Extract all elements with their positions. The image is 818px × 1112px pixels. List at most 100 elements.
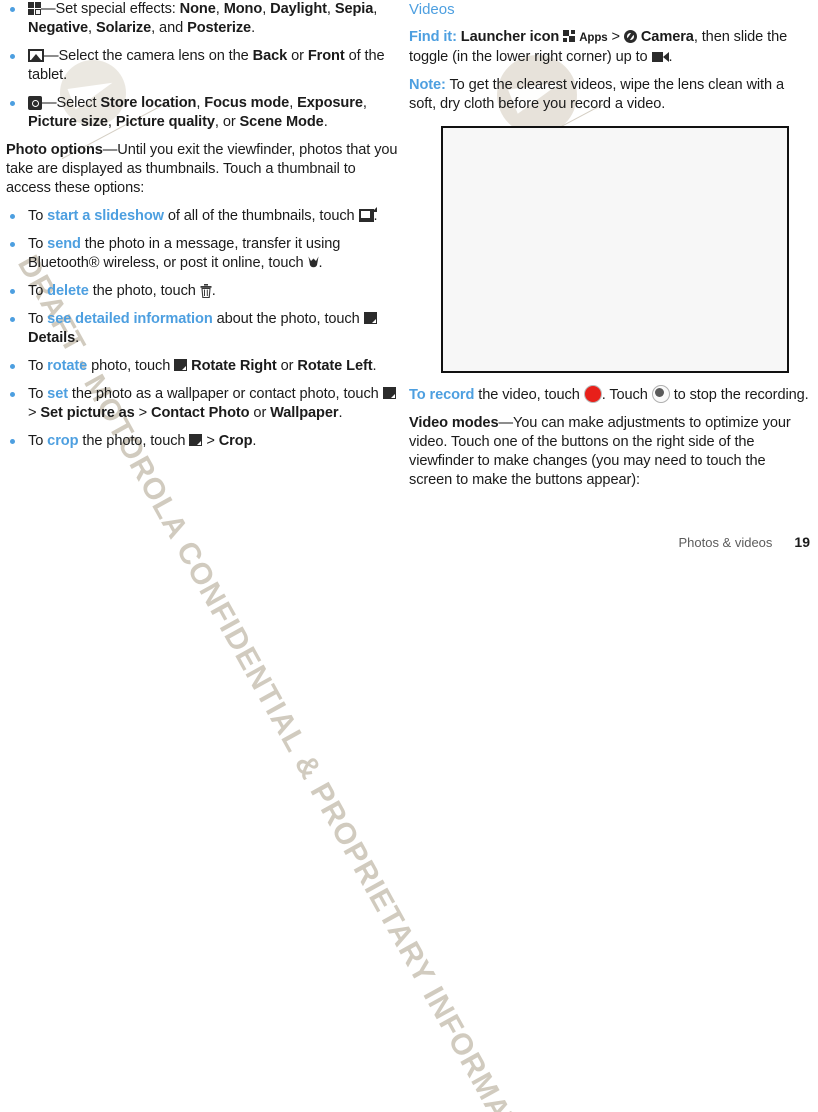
highlight-text: Note: [409,77,446,93]
bold-text: Video modes [409,415,499,431]
body-text: > [607,29,624,45]
camera-lens-bullet: —Select the camera lens on the Back or F… [6,47,398,85]
camera-settings-bullet: —Select Store location, Focus mode, Expo… [6,94,398,132]
footer-chapter-label: Photos & videos [678,535,773,550]
body-text: photo, touch [87,358,175,374]
settings-icon[interactable] [28,96,42,110]
body-text: the video, touch [474,387,584,403]
slideshow-text: To start a slideshow of all of the thumb… [28,207,378,224]
bold-text: Front [307,48,345,64]
highlight-text: delete [47,283,89,299]
camera-settings-bullet-list: —Set special effects: None, Mono, Daylig… [6,0,398,132]
bold-text: Back [252,48,288,64]
body-text: To [28,236,48,252]
camera-settings-text: —Select Store location, Focus mode, Expo… [28,95,367,130]
body-text: To [28,208,48,224]
trash-icon[interactable] [200,284,212,298]
bold-text: Exposure [297,95,363,111]
body-text: To get the clearest videos, wipe the len… [409,77,784,112]
to-record-paragraph: To record the video, touch . Touch to st… [409,385,809,405]
body-text: . [251,20,256,36]
apps-grid-icon[interactable] [563,30,576,42]
video-viewfinder-figure [441,126,789,373]
set-wallpaper-bullet: To set the photo as a wallpaper or conta… [6,385,398,423]
bold-text: Negative [28,20,89,36]
body-text: To [28,358,48,374]
body-text: , [373,1,378,17]
send-text: To send the photo in a message, transfer… [28,236,340,271]
special-effects-text: —Set special effects: None, Mono, Daylig… [28,1,377,36]
slideshow-bullet: To start a slideshow of all of the thumb… [6,207,398,226]
bold-text: Rotate Left [297,358,373,374]
body-text: the photo, touch [88,283,200,299]
body-text: > [134,405,152,421]
note-paragraph: Note: To get the clearest videos, wipe t… [409,76,809,114]
slideshow-icon[interactable] [358,207,377,222]
bold-text: Set picture as [40,405,135,421]
photo-options-paragraph: Photo options—Until you exit the viewfin… [6,141,398,198]
share-icon[interactable] [308,256,319,269]
bold-text: Sepia [334,1,374,17]
body-text: . [338,405,343,421]
photo-options-bullet-list: To start a slideshow of all of the thumb… [6,207,398,451]
bold-text: Wallpaper [270,405,339,421]
delete-bullet: To delete the photo, touch . [6,282,398,301]
body-text: , [362,95,367,111]
bold-text: Store location [100,95,197,111]
bold-text: Launcher icon [460,29,560,45]
bold-text: Mono [223,1,263,17]
camera-app-icon[interactable] [623,30,637,43]
bold-text: Focus mode [204,95,290,111]
body-text: or [249,405,271,421]
body-text: —Select the camera lens on the [44,48,253,64]
highlight-text: send [47,236,81,252]
bullet-dot [10,242,15,247]
bullet-dot [10,54,15,59]
highlight-text: set [47,386,68,402]
highlight-text: see detailed information [47,311,213,327]
body-text: . [318,255,323,271]
body-text: or [276,358,298,374]
bold-text: Daylight [270,1,327,17]
menu-icon[interactable] [174,359,188,371]
special-effects-icon[interactable] [28,2,41,15]
body-text: , or [214,114,240,130]
body-text: , [88,20,96,36]
bold-text: Crop [218,433,253,449]
highlight-text: Find it: [409,29,457,45]
left-column: —Set special effects: None, Mono, Daylig… [6,0,398,460]
bullet-dot [10,101,15,106]
bullet-dot [10,392,15,397]
body-text: to stop the recording. [669,387,809,403]
page-footer: Photos & videos 19 [678,534,810,550]
bullet-dot [10,214,15,219]
video-camera-icon[interactable] [651,52,669,62]
body-text: , [326,1,335,17]
body-text: To [28,311,48,327]
bullet-dot [10,289,15,294]
body-text: , [289,95,298,111]
stop-button-icon[interactable] [651,385,670,403]
highlight-text: rotate [47,358,88,374]
menu-icon[interactable] [189,434,203,446]
body-text: , [262,1,271,17]
body-text: , and [151,20,188,36]
body-text: . [323,114,328,130]
details-bullet: To see detailed information about the ph… [6,310,398,348]
record-button-icon[interactable] [583,385,602,403]
bold-text: Camera [640,29,694,45]
body-text: or [287,48,308,64]
bold-text: None [179,1,216,17]
body-text: . [252,433,257,449]
menu-icon[interactable] [382,387,396,399]
body-text: . [211,283,216,299]
body-text: , [215,1,224,17]
highlight-text: To record [409,387,475,403]
camera-lens-icon[interactable] [28,49,44,62]
menu-icon[interactable] [363,312,377,324]
details-text: To see detailed information about the ph… [28,311,377,346]
highlight-text: crop [47,433,79,449]
body-text: > [28,405,41,421]
bullet-dot [10,7,15,12]
bold-text: Scene Mode [239,114,324,130]
